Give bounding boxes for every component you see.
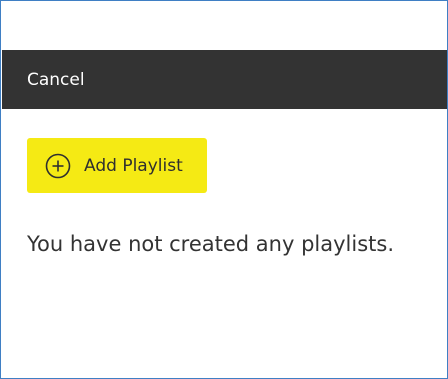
- dialog-frame: Cancel Add Playlist You have not created…: [0, 0, 448, 379]
- add-playlist-label: Add Playlist: [84, 155, 183, 176]
- cancel-button[interactable]: Cancel: [27, 70, 85, 90]
- empty-state-message: You have not created any playlists.: [27, 232, 395, 256]
- add-playlist-button[interactable]: Add Playlist: [27, 138, 207, 193]
- header-bar: Cancel: [2, 50, 447, 109]
- plus-circle-icon: [45, 153, 71, 179]
